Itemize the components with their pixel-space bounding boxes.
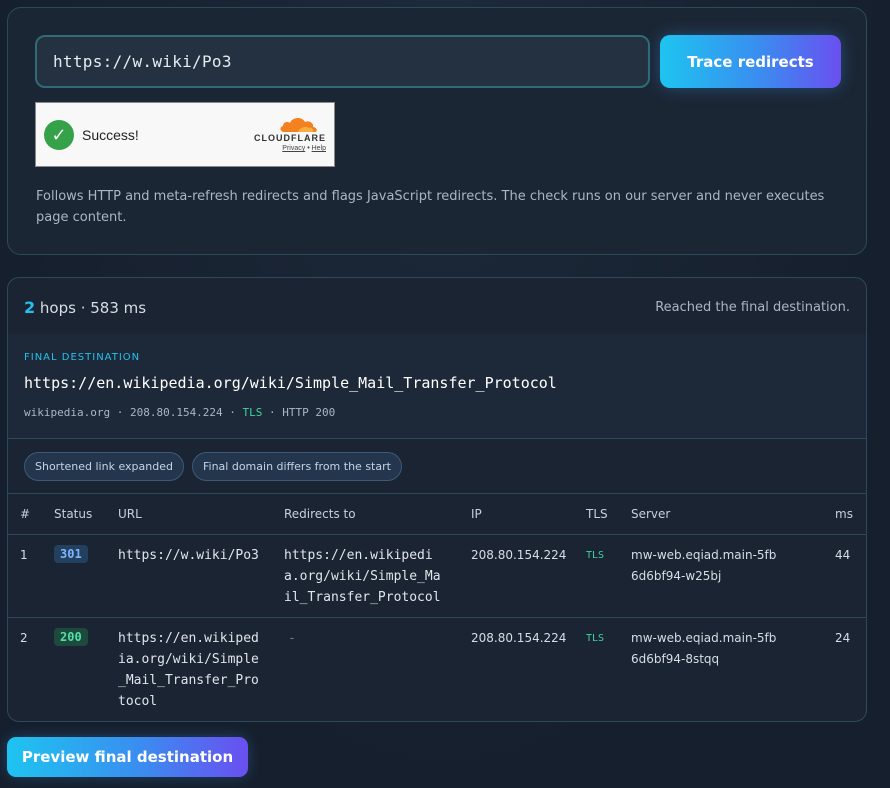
row-tls: TLS — [586, 550, 605, 561]
row-redirects-to: https://en.wikipedia.org/wiki/Simple_Mai… — [284, 548, 441, 605]
table-row: 2 200 https://en.wikipedia.org/wiki/Simp… — [8, 618, 866, 721]
row-status: 301 — [54, 545, 88, 563]
final-destination-block: FINAL DESTINATION https://en.wikipedia.o… — [8, 334, 866, 439]
link-separator: • — [307, 145, 310, 152]
row-ms: 24 — [835, 631, 851, 645]
captcha-status: Success! — [82, 127, 139, 143]
header-server: Server — [631, 507, 671, 521]
url-input[interactable]: https://w.wiki/Po3 — [35, 35, 650, 88]
row-redirects-to: - — [288, 631, 296, 646]
row-ms: 44 — [835, 548, 851, 562]
tag-domain-differs: Final domain differs from the start — [192, 452, 402, 481]
final-destination-url: https://en.wikipedia.org/wiki/Simple_Mai… — [24, 374, 557, 392]
privacy-link[interactable]: Privacy — [282, 145, 305, 152]
header-status: Status — [54, 507, 93, 521]
table-header: # Status URL Redirects to IP TLS Server … — [8, 494, 866, 535]
trace-form-card: https://w.wiki/Po3 Trace redirects ✓ Suc… — [7, 7, 867, 255]
tag-shortened-link: Shortened link expanded — [24, 452, 184, 481]
preview-final-destination-button[interactable]: Preview final destination — [7, 737, 248, 777]
tags-row: Shortened link expanded Final domain dif… — [8, 439, 866, 494]
header-num: # — [20, 507, 31, 521]
table-row: 1 301 https://w.wiki/Po3 https://en.wiki… — [8, 535, 866, 618]
row-num: 2 — [20, 631, 28, 645]
row-num: 1 — [20, 548, 28, 562]
hops-count: 2 — [24, 298, 36, 317]
row-status: 200 — [54, 628, 88, 646]
final-destination-meta: wikipedia.org · 208.80.154.224 · TLS · H… — [24, 406, 335, 419]
header-redirects-to: Redirects to — [284, 507, 356, 521]
cloud-icon — [280, 117, 317, 132]
row-url: https://en.wikipedia.org/wiki/Simple_Mai… — [118, 631, 259, 709]
cloudflare-logo: CLOUDFLARE Privacy • Help — [246, 115, 326, 159]
help-link[interactable]: Help — [312, 145, 326, 152]
status-badge: 301 — [54, 545, 88, 563]
hops-detail: hops · 583 ms — [39, 299, 147, 317]
checkmark-icon: ✓ — [44, 120, 74, 150]
row-tls: TLS — [586, 633, 605, 644]
final-destination-label: FINAL DESTINATION — [24, 352, 141, 363]
captcha-links: Privacy • Help — [282, 145, 326, 152]
results-card: 2 hops · 583 ms Reached the final destin… — [7, 277, 867, 722]
description-text: Follows HTTP and meta-refresh redirects … — [36, 189, 825, 225]
row-server: mw-web.eqiad.main-5fb6d6bf94-w25bj — [631, 548, 777, 583]
header-tls: TLS — [586, 507, 608, 521]
status-badge: 200 — [54, 628, 88, 646]
trace-redirects-button[interactable]: Trace redirects — [660, 35, 841, 88]
row-ip: 208.80.154.224 — [471, 548, 567, 562]
header-url: URL — [118, 507, 142, 521]
meta-prefix: wikipedia.org · 208.80.154.224 · — [24, 406, 243, 419]
header-ip: IP — [471, 507, 482, 521]
hops-summary: 2 hops · 583 ms — [24, 298, 146, 317]
reached-status: Reached the final destination. — [655, 300, 850, 315]
row-ip: 208.80.154.224 — [471, 631, 567, 645]
cloudflare-turnstile-widget[interactable]: ✓ Success! CLOUDFLARE Privacy • Help — [35, 102, 335, 167]
row-server: mw-web.eqiad.main-5fb6d6bf94-8stqq — [631, 631, 777, 666]
meta-suffix: · HTTP 200 — [262, 406, 336, 419]
cloudflare-brand: CLOUDFLARE — [254, 133, 326, 143]
header-ms: ms — [835, 507, 853, 521]
row-url: https://w.wiki/Po3 — [118, 548, 259, 563]
meta-tls: TLS — [242, 406, 263, 419]
